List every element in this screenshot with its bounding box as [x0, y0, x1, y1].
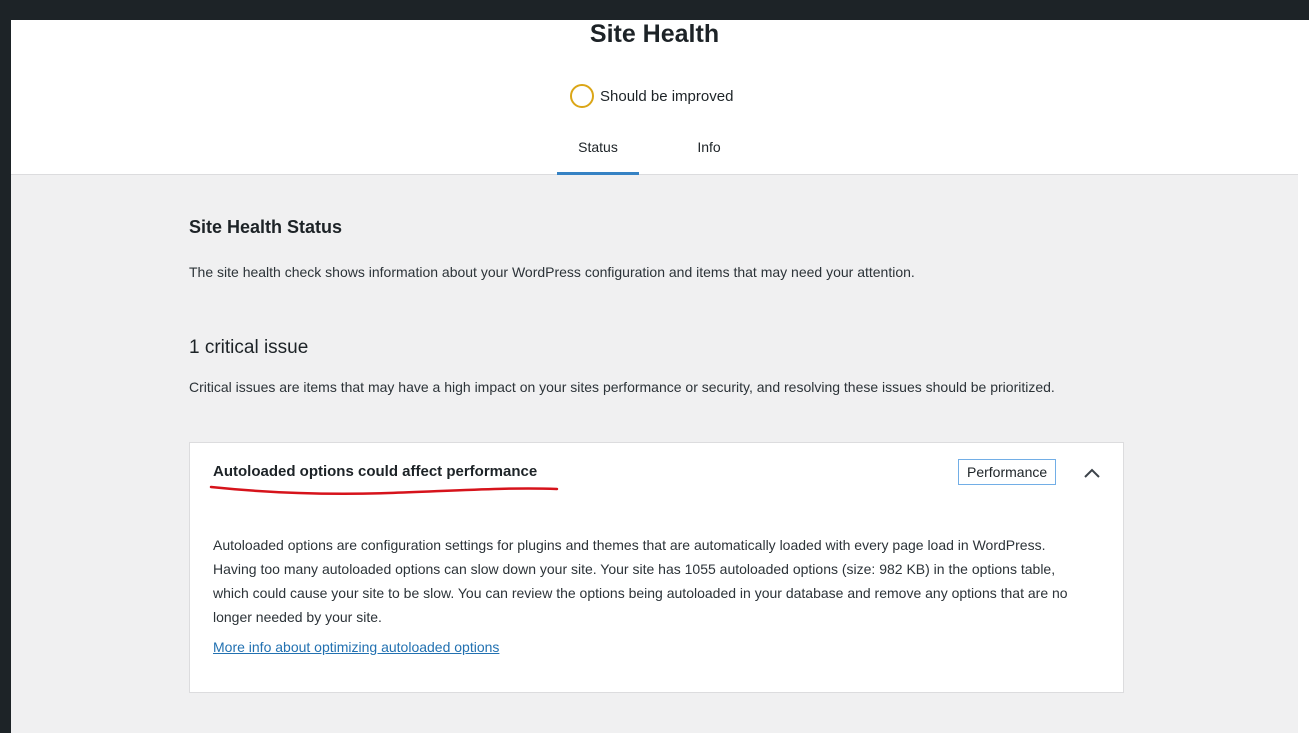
critical-issues-description: Critical issues are items that may have … [189, 379, 1055, 395]
tab-bar: Status Info [557, 132, 744, 175]
status-heading: Site Health Status [189, 217, 343, 237]
health-status-text: Should be improved [600, 87, 734, 105]
site-health-screen: Site Health Should be improved Status In… [11, 20, 1298, 733]
status-content: Site Health Status The site health check… [189, 217, 1129, 399]
health-status: Should be improved [570, 84, 733, 108]
critical-issues-heading: 1 critical issue [189, 337, 309, 358]
tab-status[interactable]: Status [557, 132, 639, 175]
chevron-up-icon[interactable] [1082, 463, 1102, 483]
status-description: The site health check shows information … [189, 264, 915, 280]
page-header: Site Health Should be improved Status In… [11, 20, 1298, 175]
issue-card: Autoloaded options could affect performa… [189, 442, 1124, 693]
status-circle-icon [570, 84, 594, 108]
page-title: Site Health [589, 20, 720, 48]
tab-info[interactable]: Info [674, 132, 744, 175]
more-info-link[interactable]: More info about optimizing autoloaded op… [213, 639, 499, 655]
admin-top-bar [0, 0, 1309, 20]
red-underline-annotation [209, 485, 559, 495]
performance-badge: Performance [958, 459, 1057, 485]
admin-left-edge [0, 0, 11, 733]
issue-title[interactable]: Autoloaded options could affect performa… [213, 463, 537, 480]
issue-body: Autoloaded options are configuration set… [213, 537, 1068, 625]
